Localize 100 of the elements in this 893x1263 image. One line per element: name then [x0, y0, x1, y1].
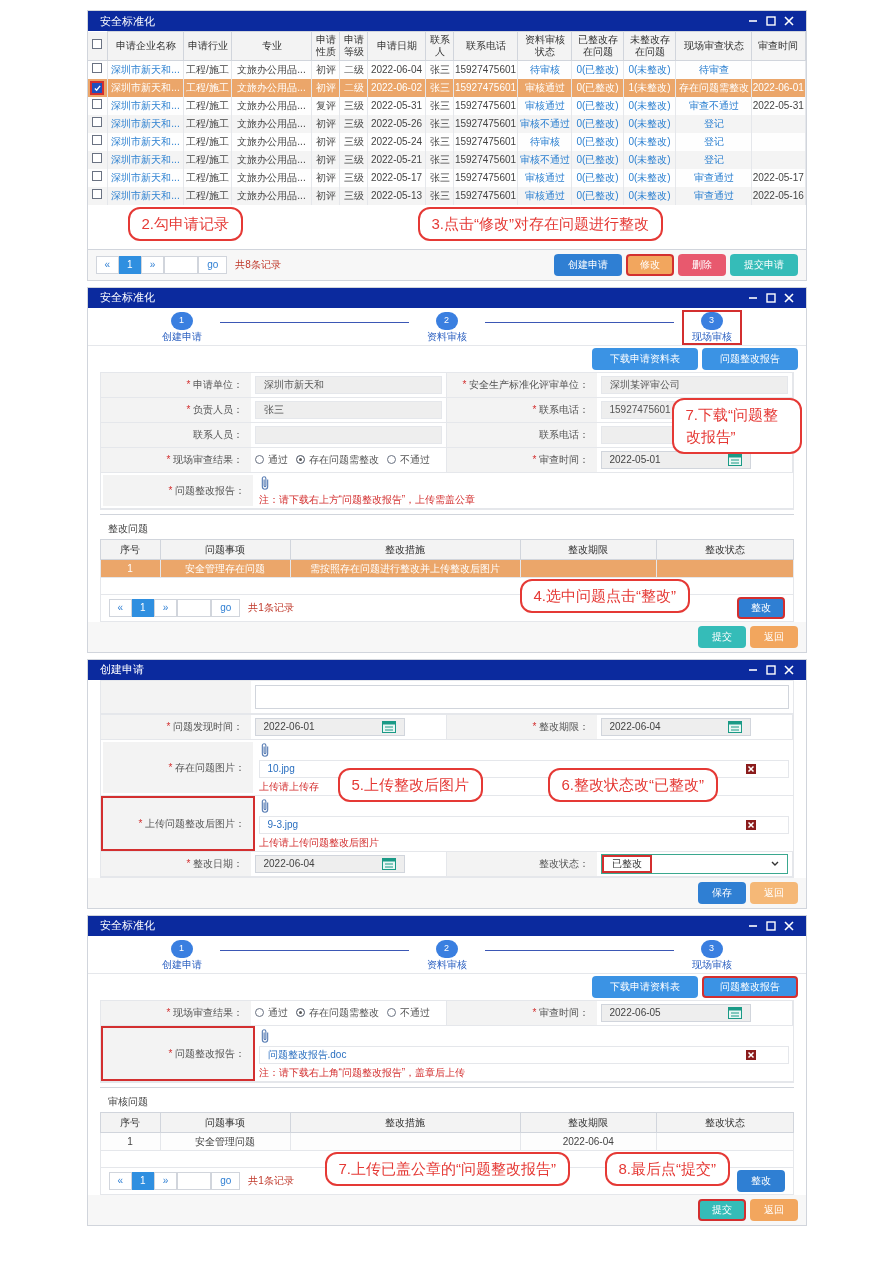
- field-label: 安全生产标准化评审单位：: [468, 378, 589, 392]
- upload-hint: 上传请上传存: [258, 779, 319, 793]
- step-label: 现场审核: [691, 957, 732, 971]
- table-cell: 初评: [315, 154, 336, 165]
- step-number: 2: [435, 939, 458, 958]
- upload-hint: 注：请下载右上方“问题整改报告”，上传需盖公章: [258, 492, 476, 506]
- required-mark: *: [168, 483, 173, 498]
- required-mark: *: [186, 403, 191, 417]
- field-label: 整改日期：: [192, 857, 243, 871]
- field-label: 申请单位：: [192, 378, 243, 392]
- field-label: 现场审查结果：: [172, 1006, 243, 1020]
- table-cell: 张三: [429, 172, 450, 183]
- step-number: 1: [170, 939, 193, 958]
- callout-tooltip: 8.最后点“提交”: [604, 1151, 730, 1186]
- column-header: 整改措施: [290, 539, 520, 559]
- required-mark: *: [532, 453, 537, 467]
- table-cell: 文旅办公用品...: [237, 82, 306, 93]
- column-header: 现场审查状态: [675, 31, 752, 61]
- field-label: 问题整改报告：: [174, 1046, 245, 1061]
- table-cell: 三级: [343, 154, 364, 165]
- table-cell: 文旅办公用品...: [237, 136, 306, 147]
- callout-tooltip: 7.上传已盖公章的“问题整改报告”: [324, 1151, 570, 1186]
- field-label: 整改状态：: [538, 857, 589, 871]
- step-number: 1: [170, 311, 193, 330]
- table-cell: 2022-05-26: [370, 118, 423, 129]
- table-cell: 张三: [429, 190, 450, 201]
- table-cell: 15927475601: [454, 64, 517, 76]
- table-cell: 文旅办公用品...: [237, 172, 306, 183]
- table-cell: 初评: [315, 172, 336, 183]
- required-mark: *: [462, 378, 467, 392]
- table-cell: 15927475601: [454, 154, 517, 165]
- window-title: 创建申请: [99, 662, 144, 678]
- table-cell: 15927475601: [454, 82, 517, 93]
- table-cell: 2022-05-21: [370, 154, 423, 165]
- table-cell: 工程/施工: [186, 136, 229, 147]
- column-header: 序号: [100, 1112, 160, 1132]
- field-label: 联系电话：: [538, 428, 589, 442]
- table-cell: 初评: [315, 118, 336, 129]
- column-header: 已整改存在问题: [571, 31, 624, 61]
- table-cell: 二级: [343, 64, 364, 76]
- required-mark: *: [166, 720, 171, 734]
- required-mark: *: [168, 1046, 173, 1061]
- step-label: 现场审核: [691, 329, 732, 343]
- window-title: 安全标准化: [99, 13, 155, 29]
- table-cell: 文旅办公用品...: [237, 154, 306, 165]
- table-cell: 工程/施工: [186, 154, 229, 165]
- step-label: 资料审核: [426, 957, 467, 971]
- step-label: 资料审核: [426, 329, 467, 343]
- table-cell: 工程/施工: [186, 82, 229, 93]
- required-mark: *: [532, 403, 537, 417]
- column-header: 整改措施: [290, 1112, 520, 1132]
- callout-tooltip: 3.点击“修改”对存在问题进行整改: [417, 206, 663, 241]
- column-header: 问题事项: [160, 1112, 290, 1132]
- record-count: 共1条记录: [248, 1174, 294, 1188]
- column-header: 申请企业名称: [107, 31, 184, 61]
- table-cell: 安全管理存在问题: [185, 562, 265, 574]
- table-cell: 张三: [429, 154, 450, 165]
- table-cell: 15927475601: [454, 118, 517, 129]
- required-mark: *: [166, 1006, 171, 1020]
- table-cell: 15927475601: [454, 136, 517, 147]
- field-label: 整改期限：: [538, 720, 589, 734]
- field-label: 上传问题整改后图片：: [144, 816, 245, 831]
- table-cell: 2022-06-04: [370, 64, 423, 76]
- column-header: 联系人: [425, 31, 454, 61]
- record-count: 共8条记录: [235, 258, 281, 272]
- column-header: 整改期限: [520, 1112, 657, 1132]
- column-header: 申请性质: [311, 31, 340, 61]
- table-cell: 三级: [343, 190, 364, 201]
- table-cell: 安全管理问题: [195, 1135, 255, 1147]
- section-title: 整改问题: [106, 521, 149, 536]
- table-cell: 张三: [429, 136, 450, 147]
- column-header: 整改期限: [520, 539, 657, 559]
- field-label: 问题发现时间：: [172, 720, 243, 734]
- table-cell: 三级: [343, 136, 364, 147]
- table-cell: 二级: [343, 82, 364, 93]
- table-cell: 2022-05-17: [370, 172, 423, 183]
- table-cell: 1: [127, 562, 133, 574]
- column-header: 未整改存在问题: [623, 31, 676, 61]
- column-header: 专业: [231, 31, 312, 61]
- window-title: 安全标准化: [99, 290, 155, 306]
- callout-tooltip: 4.选中问题点击“整改”: [519, 578, 690, 613]
- table-cell: 工程/施工: [186, 100, 229, 111]
- field-label: 审查时间：: [538, 1006, 589, 1020]
- table-cell: 2022-06-02: [370, 82, 423, 93]
- upload-hint: 上传请上传问题整改后图片: [258, 835, 379, 849]
- table-cell: 工程/施工: [186, 190, 229, 201]
- callout-tooltip: 5.上传整改后图片: [337, 767, 483, 802]
- table-cell: 15927475601: [454, 172, 517, 183]
- table-cell: 文旅办公用品...: [237, 100, 306, 111]
- step-number: 3: [700, 939, 723, 958]
- table-cell: 三级: [343, 172, 364, 183]
- column-header: 申请行业: [183, 31, 232, 61]
- table-cell: 复评: [315, 100, 336, 111]
- required-mark: *: [168, 760, 173, 775]
- section-title: 审核问题: [106, 1094, 149, 1109]
- upload-hint: 注：请下载右上角“问题整改报告”，盖章后上传: [258, 1065, 466, 1079]
- callout-tooltip: 6.整改状态改“已整改”: [547, 767, 718, 802]
- table-cell: 文旅办公用品...: [237, 64, 306, 76]
- table-cell: 初评: [315, 64, 336, 76]
- field-label: 负责人员：: [192, 403, 243, 417]
